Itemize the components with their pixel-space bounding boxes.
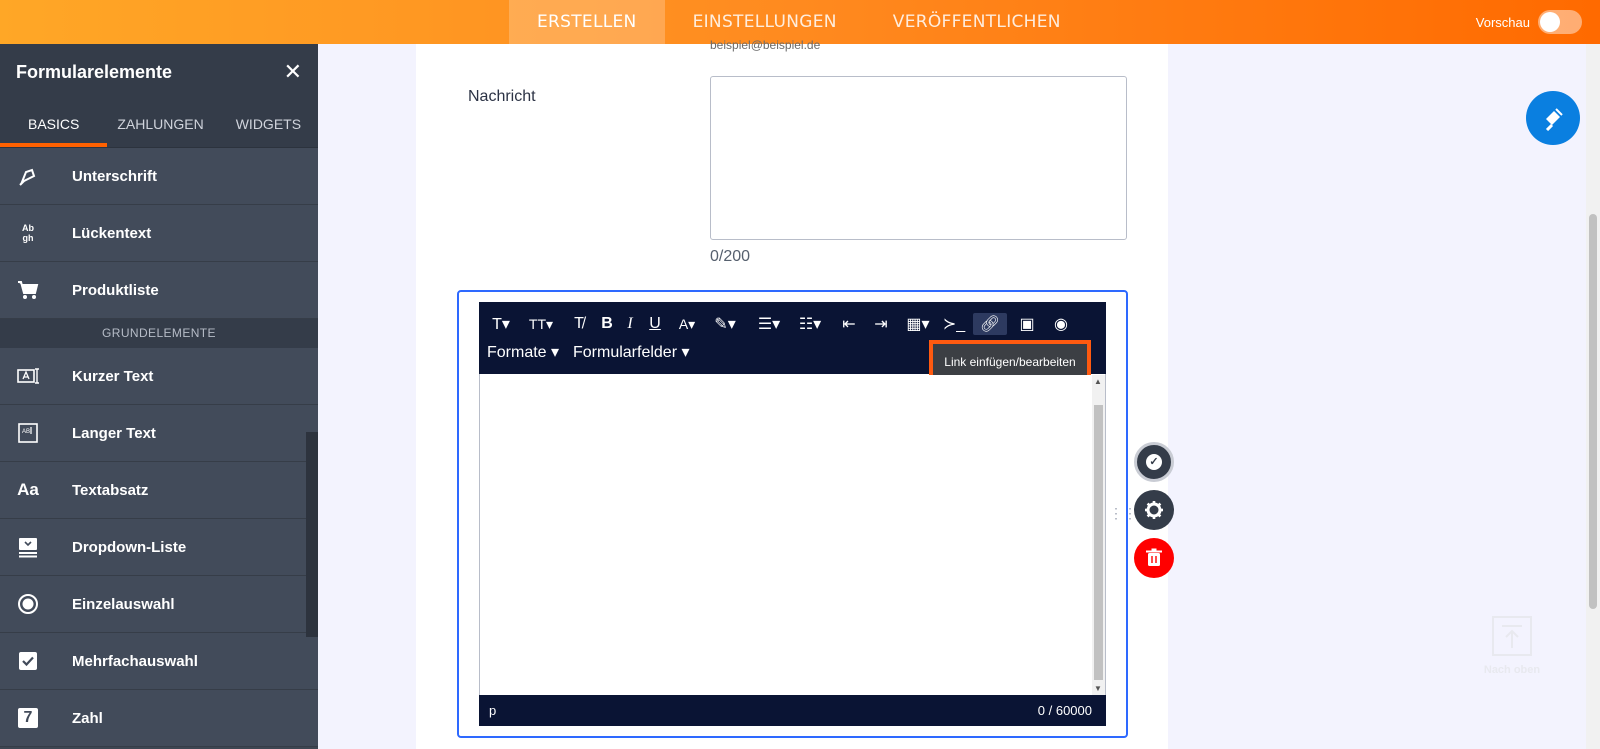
italic-icon[interactable]: I [621, 313, 639, 335]
message-char-counter: 0/200 [710, 248, 751, 265]
sidebar-item-label: Mehrfachauswahl [72, 652, 198, 670]
sidebar-element-list: Unterschrift Ab gh Lückentext Produktlis… [0, 148, 318, 747]
toggle-knob [1540, 12, 1560, 32]
clear-format-icon[interactable]: T̸ [567, 313, 591, 335]
fill-blank-icon: Ab gh [0, 223, 56, 243]
sidebar-item-zahl[interactable]: 7 Zahl [0, 690, 318, 747]
sidebar-item-label: Zahl [72, 709, 103, 727]
sidebar-item-label: Unterschrift [72, 167, 158, 185]
fill-blank-glyph-bottom: gh [22, 233, 34, 243]
svg-text:AB: AB [22, 429, 30, 435]
short-text-icon [0, 366, 56, 386]
indent-icon[interactable]: ⇥ [869, 313, 893, 335]
checkbox-icon [0, 650, 56, 672]
sidebar-header: Formularelemente ✕ [0, 44, 318, 100]
message-label: Nachricht [468, 88, 536, 105]
fill-blank-glyph-top: Ab [22, 223, 34, 233]
arrow-up-icon [1492, 616, 1532, 656]
sidebar-item-einzelauswahl[interactable]: Einzelauswahl [0, 576, 318, 633]
editor-scroll-thumb[interactable] [1094, 405, 1103, 680]
editor-scrollbar[interactable]: ▲ ▼ [1092, 375, 1105, 695]
gear-icon [1145, 501, 1163, 519]
sidebar-tab-widgets[interactable]: WIDGETS [214, 100, 317, 147]
formats-menu-label: Formate [487, 344, 547, 361]
trash-icon [1146, 548, 1162, 566]
form-fields-menu-label: Formularfelder [573, 344, 678, 361]
sidebar-item-label: Produktliste [72, 281, 159, 299]
underline-icon[interactable]: U [645, 313, 665, 335]
sidebar-item-dropdown-liste[interactable]: Dropdown-Liste [0, 519, 318, 576]
preview-toggle[interactable] [1538, 10, 1582, 34]
image-icon[interactable]: ▣ [1015, 313, 1039, 335]
close-icon[interactable]: ✕ [284, 59, 302, 85]
field-check-button[interactable]: ✓ [1134, 442, 1174, 482]
highlight-icon[interactable]: ✎▾ [709, 313, 741, 335]
section-header-grundelemente: GRUNDELEMENTE [0, 319, 318, 348]
number-glyph: 7 [18, 708, 38, 728]
outdent-icon[interactable]: ⇤ [837, 313, 861, 335]
tab-erstellen[interactable]: ERSTELLEN [509, 0, 665, 44]
radio-icon [0, 593, 56, 615]
sidebar-item-kurzer-text[interactable]: Kurzer Text [0, 348, 318, 405]
sidebar-item-label: Dropdown-Liste [72, 538, 187, 556]
preview-label: Vorschau [1475, 14, 1530, 30]
sidebar-item-label: Kurzer Text [72, 367, 154, 385]
field-delete-button[interactable] [1134, 538, 1174, 578]
cart-icon [0, 279, 56, 301]
scroll-up-icon[interactable]: ▲ [1094, 377, 1102, 386]
form-designer-button[interactable] [1526, 91, 1580, 145]
sidebar-item-lueckentext[interactable]: Ab gh Lückentext [0, 205, 318, 262]
sidebar-item-langer-text[interactable]: AB Langer Text [0, 405, 318, 462]
font-family-icon[interactable]: T▾ [487, 313, 515, 335]
list-icon[interactable]: ☷▾ [793, 313, 827, 335]
align-icon[interactable]: ☰▾ [753, 313, 785, 335]
form-elements-sidebar: Formularelemente ✕ BASICS ZAHLUNGEN WIDG… [0, 44, 318, 749]
dropdown-icon [0, 536, 56, 558]
scroll-down-icon[interactable]: ▼ [1094, 684, 1102, 693]
editor-char-count: 0 / 60000 [1037, 703, 1092, 718]
page-scrollbar[interactable] [1586, 44, 1600, 749]
message-textarea[interactable] [710, 76, 1127, 240]
preview-eye-icon[interactable]: ◉ [1047, 313, 1075, 335]
sidebar-item-produktliste[interactable]: Produktliste [0, 262, 318, 319]
sidebar-tabs: BASICS ZAHLUNGEN WIDGETS [0, 100, 318, 148]
font-size-icon[interactable]: TT▾ [523, 313, 559, 335]
back-to-top-button[interactable]: Nach oben [1478, 616, 1546, 676]
sidebar-tab-zahlungen[interactable]: ZAHLUNGEN [107, 100, 213, 147]
drag-handle-icon[interactable]: ⋮⋮ [1109, 505, 1137, 522]
sidebar-item-label: Lückentext [72, 224, 152, 242]
back-to-top-label: Nach oben [1483, 664, 1541, 676]
element-path[interactable]: p [489, 703, 496, 718]
field-settings-button[interactable] [1134, 490, 1174, 530]
sidebar-title: Formularelemente [16, 61, 173, 82]
bold-icon[interactable]: B [597, 313, 617, 335]
sidebar-item-mehrfachauswahl[interactable]: Mehrfachauswahl [0, 633, 318, 690]
sidebar-tab-basics[interactable]: BASICS [0, 100, 108, 147]
text-color-icon[interactable]: A▾ [673, 313, 701, 335]
page-scroll-thumb[interactable] [1589, 214, 1597, 609]
pen-icon [0, 165, 56, 187]
preview-toggle-group: Vorschau [1476, 10, 1582, 34]
sidebar-scrollbar[interactable] [306, 432, 318, 637]
long-text-icon: AB [0, 422, 56, 444]
sidebar-item-label: Einzelauswahl [72, 595, 175, 613]
tab-veroeffentlichen[interactable]: VERÖFFENTLICHEN [865, 0, 1089, 44]
sidebar-item-textabsatz[interactable]: Aa Textabsatz [0, 462, 318, 519]
paragraph-icon: Aa [17, 480, 39, 499]
link-icon[interactable]: 🔗︎ [973, 313, 1007, 335]
sidebar-item-unterschrift[interactable]: Unterschrift [0, 148, 318, 205]
check-icon: ✓ [1146, 454, 1162, 470]
table-icon[interactable]: ▦▾ [901, 313, 935, 335]
email-hint: beispiel@beispiel.de [710, 38, 821, 52]
formats-menu[interactable]: Formate ▾ [487, 342, 559, 362]
paint-roller-icon [1545, 108, 1563, 131]
number-icon: 7 [0, 708, 56, 728]
form-fields-menu[interactable]: Formularfelder ▾ [573, 342, 690, 362]
editor-statusbar: p 0 / 60000 [479, 695, 1106, 726]
editor-content-area[interactable] [480, 375, 1092, 695]
code-icon[interactable]: ≻_ [943, 313, 965, 335]
sidebar-item-label: Langer Text [72, 424, 156, 442]
sidebar-item-label: Textabsatz [72, 481, 149, 499]
